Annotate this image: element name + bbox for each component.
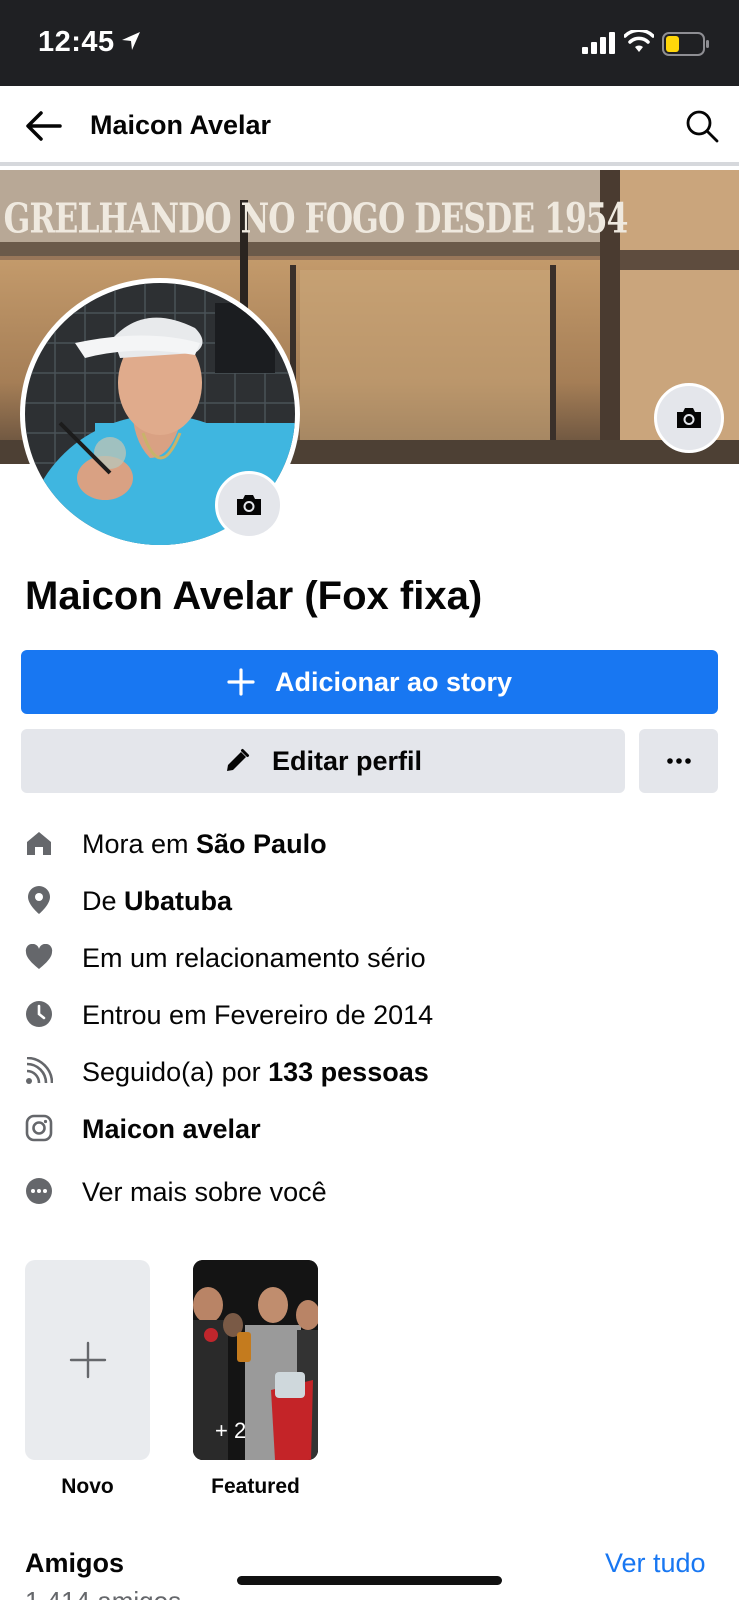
status-bar: 12:45 — [0, 0, 739, 86]
home-icon — [24, 828, 54, 858]
intro-joined-text: Entrou em Fevereiro de 2014 — [82, 1000, 434, 1030]
featured-count: + 2 — [215, 1418, 247, 1443]
intro-instagram: Maicon avelar — [0, 1109, 739, 1153]
intro-relationship-text: Em um relacionamento sério — [82, 943, 426, 973]
rss-feed-icon — [24, 1056, 54, 1086]
add-to-story-label: Adicionar ao story — [274, 666, 513, 697]
intro-lives-in: Mora em São Paulo — [0, 824, 739, 868]
featured-label: Featured — [211, 1475, 300, 1498]
cover-camera-button[interactable] — [654, 383, 724, 453]
intro-followers-prefix: Seguido(a) por — [82, 1057, 269, 1087]
pencil-icon — [226, 749, 249, 771]
intro-joined: Entrou em Fevereiro de 2014 — [0, 995, 739, 1039]
camera-icon — [237, 495, 261, 515]
camera-icon — [677, 408, 701, 428]
intro-from-prefix: De — [82, 886, 125, 916]
edit-profile-button[interactable]: Editar perfil — [21, 729, 625, 793]
clock-icon — [24, 999, 54, 1029]
intro-from: De Ubatuba — [0, 881, 739, 925]
intro-followers: Seguido(a) por 133 pessoas — [0, 1052, 739, 1096]
intro-relationship: Em um relacionamento sério — [0, 938, 739, 982]
heart-icon — [24, 942, 54, 972]
home-indicator — [237, 1576, 502, 1585]
see-all-friends-link[interactable]: Ver tudo — [605, 1548, 706, 1579]
more-dots-icon — [666, 758, 691, 764]
back-arrow-icon[interactable] — [24, 108, 64, 144]
friends-count: 1.414 amigos — [25, 1586, 181, 1600]
add-to-story-button[interactable]: Adicionar ao story — [21, 650, 718, 714]
intro-lives-prefix: Mora em — [82, 829, 197, 859]
see-more-label: Ver mais sobre você — [82, 1177, 327, 1207]
see-more-about-you[interactable]: Ver mais sobre você — [0, 1172, 739, 1216]
profile-camera-button[interactable] — [215, 471, 283, 539]
status-time: 12:45 — [38, 26, 115, 58]
intro-from-value[interactable]: Ubatuba — [124, 886, 232, 916]
edit-profile-label: Editar perfil — [271, 745, 423, 776]
intro-lives-value[interactable]: São Paulo — [196, 829, 327, 859]
featured-collection-tile[interactable]: + 2 — [193, 1260, 318, 1460]
location-pin-icon — [24, 885, 54, 915]
profile-name: Maicon Avelar (Fox fixa) — [25, 574, 483, 618]
new-featured-label: Novo — [61, 1475, 114, 1498]
plus-icon — [69, 1341, 106, 1379]
battery-level — [666, 36, 679, 52]
more-circle-icon — [24, 1176, 54, 1206]
new-featured-tile[interactable] — [25, 1260, 150, 1460]
page-title: Maicon Avelar — [90, 110, 272, 140]
plus-icon — [227, 668, 255, 696]
location-arrow-icon — [120, 30, 142, 57]
instagram-icon — [24, 1113, 54, 1143]
friends-section-title: Amigos — [25, 1548, 125, 1578]
profile-header: Maicon Avelar — [0, 86, 739, 166]
battery-icon — [662, 32, 710, 61]
intro-followers-value[interactable]: 133 pessoas — [268, 1057, 429, 1087]
search-icon[interactable] — [684, 108, 720, 144]
intro-instagram-value[interactable]: Maicon avelar — [82, 1114, 261, 1144]
cellular-signal-icon — [582, 32, 616, 59]
more-options-button[interactable] — [639, 729, 718, 793]
wifi-icon — [623, 28, 655, 59]
cover-sign-text: GRELHANDO NO FOGO DESDE 1954 — [4, 194, 628, 242]
